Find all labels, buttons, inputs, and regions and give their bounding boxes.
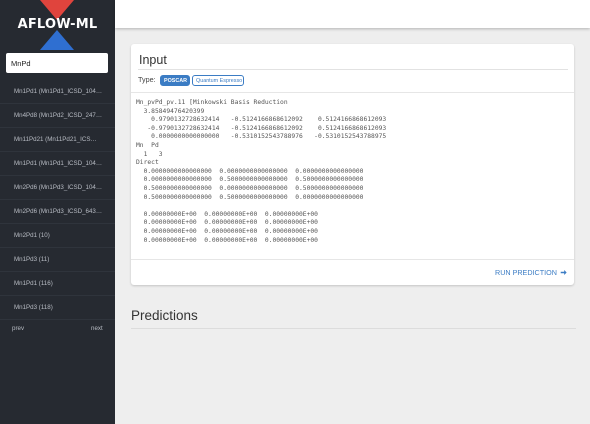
divider bbox=[131, 328, 576, 329]
list-item[interactable]: Mn1Pd1 (116) bbox=[0, 272, 115, 296]
logo-text: AFLOW-ML bbox=[17, 17, 98, 32]
list-item[interactable]: Mn1Pd1 (Mn1Pd1_ICSD_104… bbox=[0, 152, 115, 176]
input-title: Input bbox=[139, 53, 167, 67]
result-list: Mn1Pd1 (Mn1Pd1_ICSD_104… Mn4Pd8 (Mn1Pd2_… bbox=[0, 80, 115, 320]
list-item[interactable]: Mn1Pd1 (Mn1Pd1_ICSD_104… bbox=[0, 80, 115, 104]
poscar-type-button[interactable]: POSCAR bbox=[160, 75, 190, 86]
list-item[interactable]: Mn1Pd3 (11) bbox=[0, 248, 115, 272]
search-input[interactable] bbox=[6, 53, 108, 73]
sidebar: AFLOW-ML Mn1Pd1 (Mn1Pd1_ICSD_104… Mn4Pd8… bbox=[0, 0, 115, 424]
list-item[interactable]: Mn2Pd1 (10) bbox=[0, 224, 115, 248]
run-prediction-label: RUN PREDICTION bbox=[495, 268, 557, 277]
prev-page-link[interactable]: prev bbox=[12, 325, 24, 332]
list-item[interactable]: Mn2Pd6 (Mn1Pd3_ICSD_104… bbox=[0, 176, 115, 200]
type-label: Type: bbox=[138, 75, 156, 84]
list-item[interactable]: Mn11Pd21 (Mn11Pd21_ICS… bbox=[0, 128, 115, 152]
app-logo: AFLOW-ML bbox=[0, 0, 115, 50]
run-prediction-button[interactable]: RUN PREDICTION bbox=[495, 268, 567, 277]
structure-input-textarea[interactable]: Mn_pvPd_pv.11 [Minkowski Basis Reduction… bbox=[131, 92, 574, 260]
arrow-right-icon bbox=[560, 270, 567, 275]
list-item[interactable]: Mn1Pd3 (118) bbox=[0, 296, 115, 320]
predictions-title: Predictions bbox=[131, 308, 198, 323]
quantum-espresso-type-button[interactable]: Quantum Espresso bbox=[192, 75, 244, 86]
list-item[interactable]: Mn4Pd8 (Mn1Pd2_ICSD_247… bbox=[0, 104, 115, 128]
next-page-link[interactable]: next bbox=[91, 325, 103, 332]
divider bbox=[138, 69, 568, 70]
top-bar bbox=[115, 0, 590, 28]
input-card: Input Type: POSCAR Quantum Espresso Mn_p… bbox=[131, 44, 574, 285]
list-item[interactable]: Mn2Pd6 (Mn1Pd3_ICSD_643… bbox=[0, 200, 115, 224]
